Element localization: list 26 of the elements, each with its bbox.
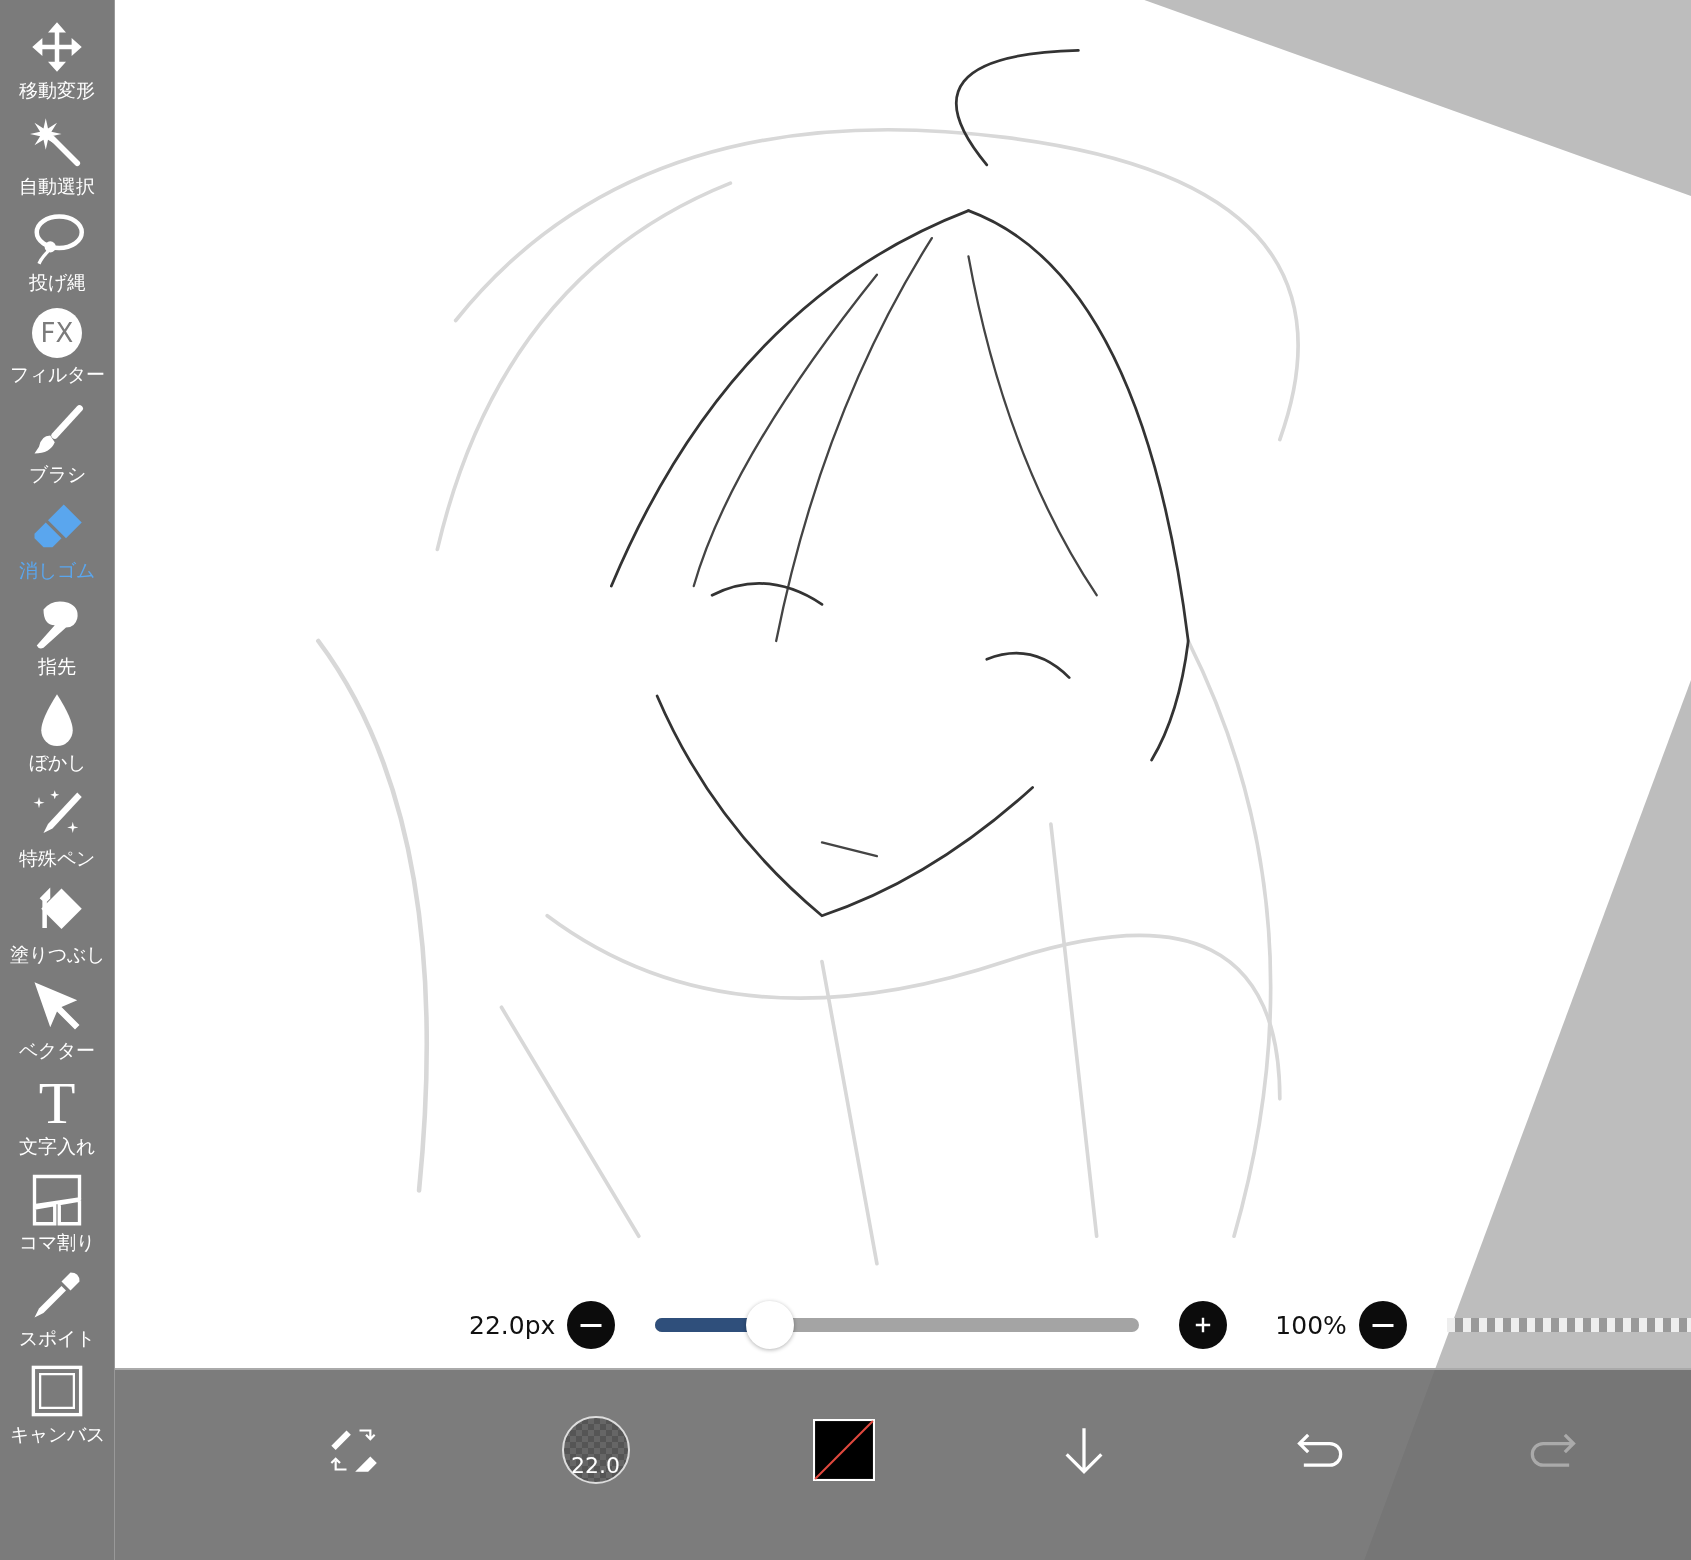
tool-button[interactable]: 投げ縄 <box>0 212 114 308</box>
opacity-label: 100% <box>1275 1310 1347 1340</box>
minus-icon <box>580 1323 603 1327</box>
tool-button[interactable]: 特殊ペン <box>0 788 114 884</box>
tool-button[interactable]: 指先 <box>0 596 114 692</box>
fx-icon: FX <box>32 308 82 358</box>
tool-button[interactable]: コマ割り <box>0 1172 114 1268</box>
tool-button[interactable]: 自動選択 <box>0 116 114 212</box>
brush-size-preview[interactable]: 22.0 <box>561 1416 630 1484</box>
text-tool-icon: T <box>38 1076 76 1130</box>
color-swatch[interactable] <box>812 1419 875 1481</box>
tool-button[interactable]: 塗りつぶし <box>0 884 114 980</box>
canvas-frame-icon <box>30 1364 84 1418</box>
tool-button[interactable]: スポイト <box>0 1268 114 1364</box>
tool-button[interactable]: FX フィルター <box>0 308 114 404</box>
tool-button[interactable]: ぼかし <box>0 692 114 788</box>
tool-button[interactable]: キャンバス <box>0 1364 114 1460</box>
tool-button[interactable]: ベクター <box>0 980 114 1076</box>
move-arrows-icon <box>30 20 84 74</box>
panel-layout-icon <box>30 1172 84 1226</box>
tool-button[interactable]: 移動変形 <box>0 20 114 116</box>
minus-icon <box>1371 1323 1394 1327</box>
brush-size-label: 22.0px <box>469 1310 556 1340</box>
tool-button[interactable]: ブラシ <box>0 404 114 500</box>
opacity-slider[interactable] <box>1446 1318 1691 1332</box>
tool-button[interactable]: T 文字入れ <box>0 1076 114 1172</box>
